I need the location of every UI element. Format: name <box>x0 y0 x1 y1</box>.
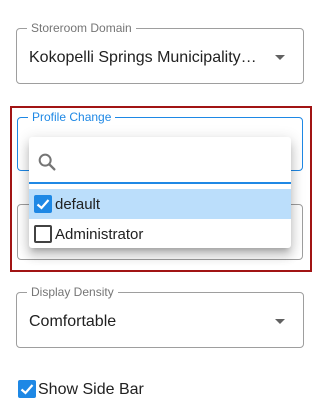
search-underline <box>29 182 291 184</box>
option-default[interactable]: default <box>29 189 291 219</box>
menu-search-row <box>29 137 291 185</box>
search-icon <box>38 153 56 171</box>
storeroom-domain-value: Kokopelli Springs Municipality S... <box>29 49 259 66</box>
menu-search-input[interactable] <box>63 149 275 173</box>
display-density-value: Comfortable <box>29 313 117 330</box>
profile-change-menu: default Administrator <box>29 137 291 248</box>
chevron-down-icon[interactable] <box>275 55 285 60</box>
profile-change-label: Profile Change <box>28 110 116 124</box>
show-side-bar-label: Show Side Bar <box>38 381 144 398</box>
checkbox-checked-icon[interactable] <box>34 195 52 213</box>
option-default-label: default <box>55 196 101 213</box>
storeroom-domain-label: Storeroom Domain <box>27 21 136 35</box>
option-administrator-label: Administrator <box>55 226 144 243</box>
checkbox-checked-icon[interactable] <box>18 380 36 398</box>
checkbox-unchecked-icon[interactable] <box>34 225 52 243</box>
chevron-down-icon[interactable] <box>275 319 285 324</box>
show-side-bar-toggle[interactable]: Show Side Bar <box>16 379 216 401</box>
display-density-label: Display Density <box>27 285 118 299</box>
storeroom-domain-select[interactable]: Storeroom Domain Kokopelli Springs Munic… <box>16 21 304 84</box>
option-administrator[interactable]: Administrator <box>29 219 291 249</box>
display-density-select[interactable]: Display Density Comfortable <box>16 285 304 348</box>
